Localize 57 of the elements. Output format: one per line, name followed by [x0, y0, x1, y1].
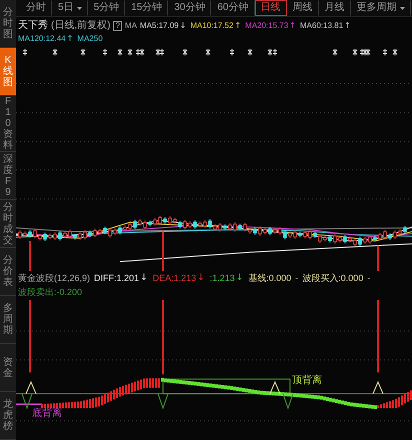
- trend-arrow: ↓: [197, 272, 205, 285]
- separator-dash: -: [295, 272, 298, 285]
- trough-marker-icon: [282, 393, 294, 410]
- sidebar-tab[interactable]: 多周期: [0, 296, 16, 344]
- moving-average-value: MA20:15.73: [245, 20, 288, 32]
- trough-marker-icon: [22, 393, 32, 410]
- period-tab[interactable]: 月线: [318, 0, 350, 16]
- moving-average-value: MA5:17.09: [140, 20, 179, 32]
- sidebar-tab[interactable]: K线图: [0, 48, 16, 96]
- sidebar-tab[interactable]: 分时成交: [0, 200, 16, 248]
- trend-arrow: ↑: [344, 20, 351, 32]
- period-tab[interactable]: 60分钟: [211, 0, 254, 16]
- divergence-label: 底背离: [32, 409, 62, 420]
- sidebar-tab[interactable]: F10资料: [0, 96, 16, 152]
- period-tab[interactable]: 周线: [286, 0, 318, 16]
- period-tab[interactable]: 15分钟: [125, 0, 168, 16]
- indicator-value: DEA:1.213: [152, 272, 196, 285]
- chart-mode: (日线,前复权): [51, 18, 110, 33]
- moving-average-value: MA10:17.52: [190, 20, 234, 32]
- peak-marker-icon: [270, 380, 280, 394]
- indicator-name: MA: [124, 20, 137, 32]
- sidebar-tab[interactable]: 龙虎榜: [0, 392, 16, 440]
- help-button[interactable]: ?: [113, 20, 122, 30]
- indicator-value: 基线:0.000: [248, 272, 292, 285]
- moving-average-value: MA60:13.81: [300, 20, 344, 32]
- sidebar-tab[interactable]: 深度F9: [0, 152, 16, 200]
- peak-marker-icon: [372, 380, 384, 394]
- trend-arrow: ↑: [289, 20, 296, 32]
- indicator-value: 波段买入:0.000: [302, 272, 364, 285]
- trend-arrow: ↑: [234, 20, 242, 32]
- baseline-segment: [16, 404, 42, 406]
- stock-name: 天下秀: [18, 18, 48, 33]
- period-tab[interactable]: 5日: [52, 0, 88, 16]
- indicator-value: 波段卖出:-0.200: [18, 286, 82, 298]
- period-tab[interactable]: 5分钟: [88, 0, 126, 16]
- trend-arrow: ↓: [180, 20, 186, 32]
- trend-arrow: ↓: [236, 272, 244, 285]
- period-tab[interactable]: 日线: [254, 0, 286, 16]
- signal-line: [377, 246, 379, 271]
- sidebar-tab[interactable]: 资金: [0, 344, 16, 392]
- trend-arrow: ↑: [66, 33, 74, 45]
- signal-line: [29, 241, 31, 271]
- sidebar-tab[interactable]: 分价表: [0, 248, 16, 296]
- separator-dash: -: [367, 272, 370, 285]
- signal-line: [162, 232, 164, 271]
- moving-average-value: MA250: [77, 33, 103, 45]
- period-tab[interactable]: 分时: [20, 0, 52, 16]
- trough-marker-icon: [158, 393, 168, 410]
- period-tab[interactable]: 更多周期: [350, 0, 410, 16]
- moving-average-value: MA120:12.44: [18, 33, 66, 45]
- divergence-label: 顶背离: [292, 376, 322, 386]
- indicator-value: DIFF:1.201: [94, 272, 140, 285]
- peak-marker-icon: [26, 380, 36, 394]
- indicator-value: :1.213: [210, 272, 235, 285]
- indicator-title: 黄金波段(12,26,9): [18, 272, 90, 285]
- trend-arrow: ↓: [140, 272, 148, 285]
- period-tab[interactable]: 30分钟: [168, 0, 212, 16]
